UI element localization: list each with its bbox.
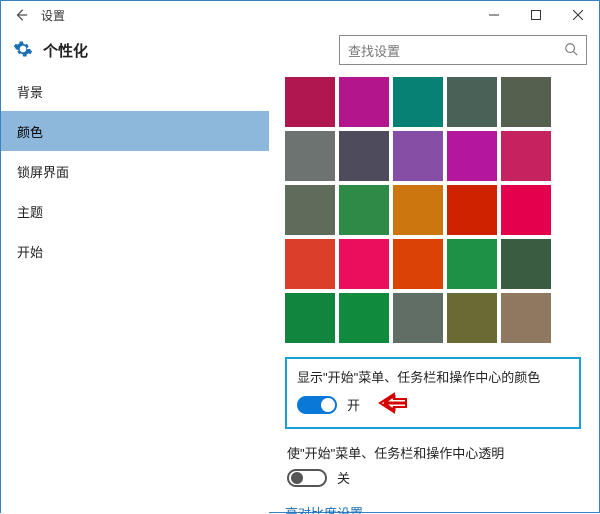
color-swatch[interactable]: [447, 239, 497, 289]
color-swatch-grid: [285, 77, 587, 343]
maximize-button[interactable]: [515, 1, 557, 29]
close-icon: [573, 10, 583, 20]
color-swatch[interactable]: [339, 293, 389, 343]
transparency-state: 关: [337, 468, 350, 487]
titlebar: 设置: [1, 1, 599, 29]
color-swatch[interactable]: [339, 185, 389, 235]
color-swatch[interactable]: [447, 185, 497, 235]
search-icon: [564, 42, 578, 59]
highlighted-setting: 显示"开始"菜单、任务栏和操作中心的颜色 开: [285, 357, 581, 429]
sidebar-item-label: 锁屏界面: [17, 162, 69, 181]
minimize-icon: [489, 10, 499, 20]
color-swatch[interactable]: [501, 185, 551, 235]
color-swatch[interactable]: [501, 239, 551, 289]
color-swatch[interactable]: [285, 239, 335, 289]
sidebar: 背景颜色锁屏界面主题开始: [1, 71, 269, 514]
sidebar-item-label: 背景: [17, 82, 43, 101]
show-color-label: 显示"开始"菜单、任务栏和操作中心的颜色: [297, 367, 569, 386]
color-swatch[interactable]: [393, 77, 443, 127]
sidebar-item-label: 颜色: [17, 122, 43, 141]
sidebar-item-label: 开始: [17, 242, 43, 261]
color-swatch[interactable]: [501, 293, 551, 343]
minimize-button[interactable]: [473, 1, 515, 29]
sidebar-item-label: 主题: [17, 202, 43, 221]
maximize-icon: [531, 10, 541, 20]
color-swatch[interactable]: [447, 293, 497, 343]
arrow-left-icon: [14, 8, 28, 22]
color-swatch[interactable]: [447, 131, 497, 181]
sidebar-item-4[interactable]: 开始: [1, 231, 269, 271]
sidebar-item-1[interactable]: 颜色: [1, 111, 269, 151]
search-placeholder: 查找设置: [348, 41, 564, 60]
sidebar-item-3[interactable]: 主题: [1, 191, 269, 231]
high-contrast-link[interactable]: 高对比度设置: [285, 503, 363, 514]
color-swatch[interactable]: [393, 131, 443, 181]
content: 显示"开始"菜单、任务栏和操作中心的颜色 开 使"开始"菜单、任务栏和操作中心透…: [269, 71, 599, 514]
sidebar-item-0[interactable]: 背景: [1, 71, 269, 111]
color-swatch[interactable]: [501, 131, 551, 181]
color-swatch[interactable]: [285, 77, 335, 127]
color-swatch[interactable]: [339, 77, 389, 127]
annotation-arrow-icon: [374, 392, 408, 417]
back-button[interactable]: [7, 1, 35, 29]
color-swatch[interactable]: [447, 77, 497, 127]
show-color-state: 开: [347, 395, 360, 414]
transparency-label: 使"开始"菜单、任务栏和操作中心透明: [287, 443, 587, 462]
close-button[interactable]: [557, 1, 599, 29]
window-title: 设置: [41, 7, 65, 24]
page-title: 个性化: [43, 40, 88, 61]
color-swatch[interactable]: [285, 293, 335, 343]
color-swatch[interactable]: [393, 239, 443, 289]
color-swatch[interactable]: [339, 131, 389, 181]
color-swatch[interactable]: [339, 239, 389, 289]
color-swatch[interactable]: [285, 185, 335, 235]
color-swatch[interactable]: [393, 293, 443, 343]
transparency-toggle[interactable]: [287, 469, 327, 487]
search-input[interactable]: 查找设置: [339, 35, 587, 65]
header: 个性化 查找设置: [1, 29, 599, 71]
color-swatch[interactable]: [285, 131, 335, 181]
color-swatch[interactable]: [501, 77, 551, 127]
color-swatch[interactable]: [393, 185, 443, 235]
show-color-toggle[interactable]: [297, 396, 337, 414]
gear-icon: [13, 39, 33, 62]
sidebar-item-2[interactable]: 锁屏界面: [1, 151, 269, 191]
